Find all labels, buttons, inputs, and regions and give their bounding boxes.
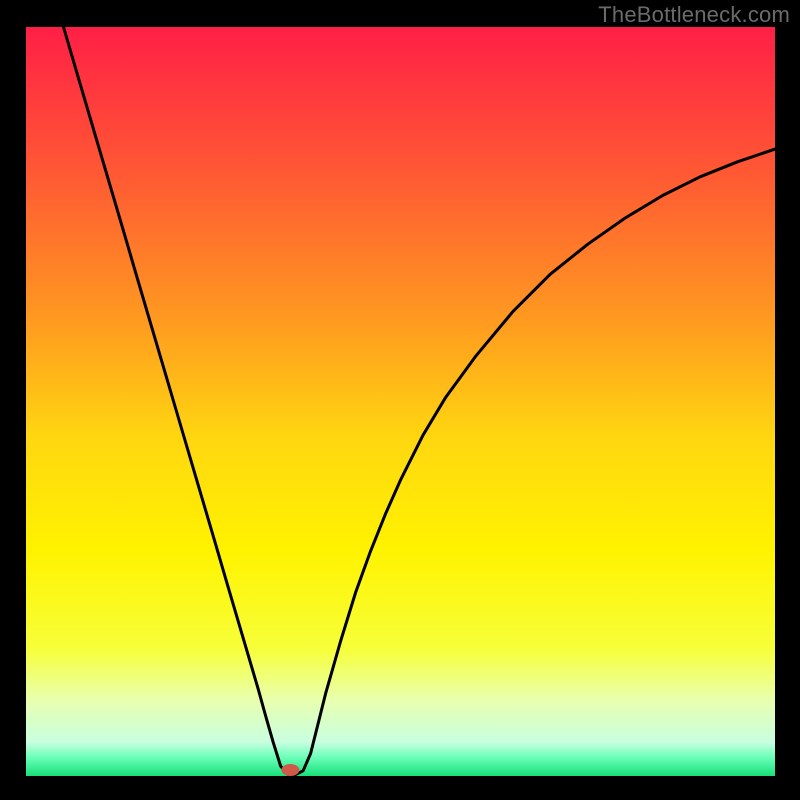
chart-frame: TheBottleneck.com [0, 0, 800, 800]
watermark-text: TheBottleneck.com [598, 2, 790, 28]
plot-background [26, 27, 775, 776]
current-point-marker [281, 764, 299, 776]
bottleneck-chart [0, 0, 800, 800]
